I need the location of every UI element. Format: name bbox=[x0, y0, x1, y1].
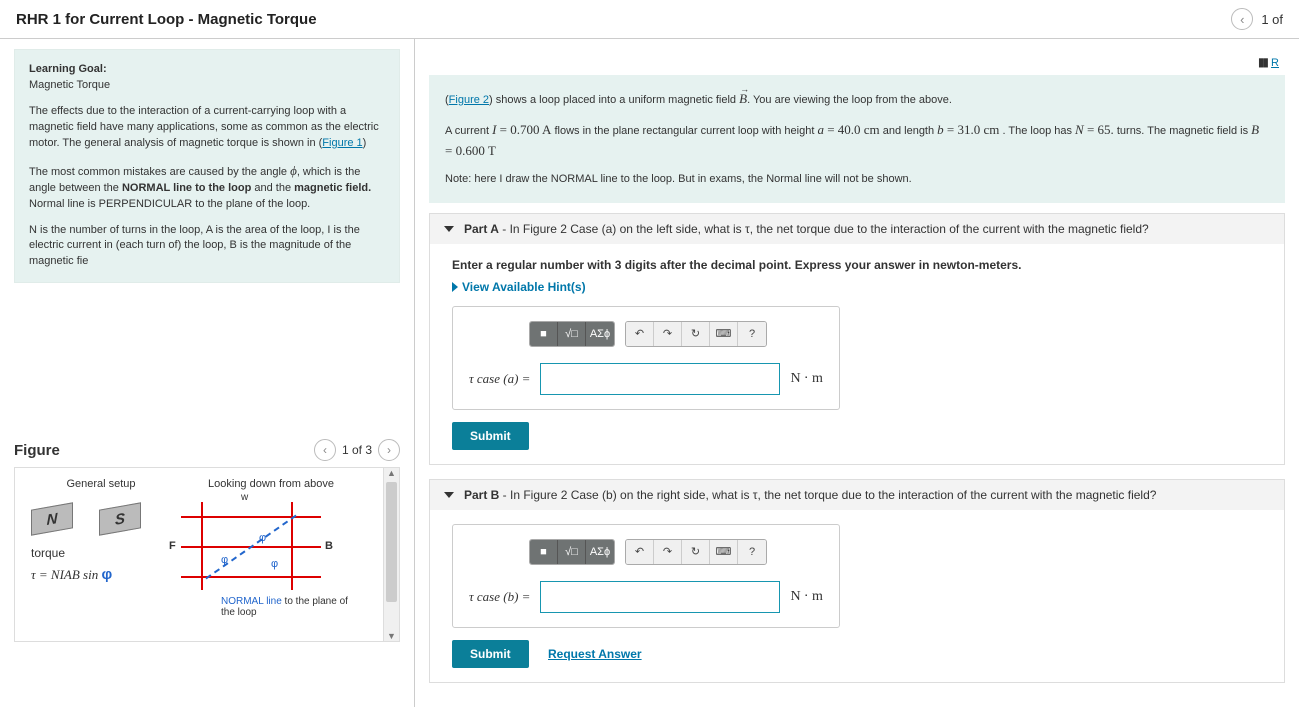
toolbar-sqrt-button[interactable]: √□ bbox=[558, 540, 586, 564]
figure2-link[interactable]: Figure 2 bbox=[449, 94, 489, 106]
view-hints-link[interactable]: View Available Hint(s) bbox=[452, 280, 1262, 294]
magnet-s: S bbox=[99, 503, 141, 536]
request-answer-link[interactable]: Request Answer bbox=[548, 647, 642, 661]
part-a-unit: N ⋅ m bbox=[790, 370, 822, 387]
scroll-down-icon[interactable]: ▼ bbox=[384, 631, 399, 641]
figure1-link[interactable]: Figure 1 bbox=[322, 137, 362, 149]
part-a: Part A - In Figure 2 Case (a) on the lef… bbox=[429, 213, 1285, 465]
part-b-answer-box: ■ √□ ΑΣϕ ↶ ↷ ↻ ⌨ ? bbox=[452, 524, 840, 628]
learning-goal-box: Learning Goal: Magnetic Torque The effec… bbox=[14, 49, 400, 283]
toolbar-template-button[interactable]: ■ bbox=[530, 322, 558, 346]
figure-page-indicator: 1 of 3 bbox=[342, 443, 372, 457]
page-nav: ‹ 1 of bbox=[1231, 8, 1283, 30]
page-indicator: 1 of bbox=[1261, 12, 1283, 27]
page-title: RHR 1 for Current Loop - Magnetic Torque bbox=[16, 11, 317, 28]
learning-goal-heading: Learning Goal: bbox=[29, 63, 107, 75]
part-a-answer-label: τ case (a) = bbox=[469, 371, 530, 387]
scroll-thumb[interactable] bbox=[386, 482, 397, 602]
loop-diagram: w F B φ φ φ bbox=[181, 496, 321, 596]
review-icon: ▮▮ bbox=[1258, 55, 1267, 69]
toolbar-redo-button[interactable]: ↷ bbox=[654, 540, 682, 564]
toolbar-greek-button[interactable]: ΑΣϕ bbox=[586, 322, 614, 346]
part-b-label: Part B bbox=[464, 488, 499, 502]
torque-equation: τ = NIAB sin φ bbox=[31, 566, 171, 583]
part-a-answer-input[interactable] bbox=[540, 363, 780, 395]
caret-down-icon bbox=[444, 226, 454, 232]
part-b: Part B - In Figure 2 Case (b) on the rig… bbox=[429, 479, 1285, 683]
review-link[interactable]: R bbox=[1271, 57, 1279, 69]
toolbar-sqrt-button[interactable]: √□ bbox=[558, 322, 586, 346]
part-b-answer-label: τ case (b) = bbox=[469, 589, 530, 605]
scroll-up-icon[interactable]: ▲ bbox=[384, 468, 399, 478]
magnet-n: N bbox=[31, 503, 73, 536]
review-link-area: ▮▮ R bbox=[415, 49, 1299, 75]
part-a-question: - In Figure 2 Case (a) on the left side,… bbox=[499, 222, 1149, 236]
equation-toolbar: ■ √□ ΑΣϕ ↶ ↷ ↻ ⌨ ? bbox=[529, 321, 823, 347]
learning-goal-p3: N is the number of turns in the loop, A … bbox=[29, 223, 385, 271]
equation-toolbar: ■ √□ ΑΣϕ ↶ ↷ ↻ ⌨ ? bbox=[529, 539, 823, 565]
toolbar-undo-button[interactable]: ↶ bbox=[626, 540, 654, 564]
learning-goal-p2: The most common mistakes are caused by t… bbox=[29, 162, 385, 213]
context-note: Note: here I draw the NORMAL line to the… bbox=[445, 171, 1269, 189]
figure-title: Figure bbox=[14, 442, 60, 459]
learning-goal-p1: The effects due to the interaction of a … bbox=[29, 104, 385, 152]
figure-prev-button[interactable]: ‹ bbox=[314, 439, 336, 461]
part-a-submit-button[interactable]: Submit bbox=[452, 422, 529, 450]
triangle-right-icon bbox=[452, 282, 458, 292]
toolbar-reset-button[interactable]: ↻ bbox=[682, 540, 710, 564]
caret-down-icon bbox=[444, 492, 454, 498]
figure-content: General setup N S torque τ = NIAB sin φ … bbox=[14, 467, 400, 642]
part-a-label: Part A bbox=[464, 222, 499, 236]
part-b-question: - In Figure 2 Case (b) on the right side… bbox=[499, 488, 1156, 502]
toolbar-reset-button[interactable]: ↻ bbox=[682, 322, 710, 346]
learning-goal-sub: Magnetic Torque bbox=[29, 79, 110, 91]
magnet-diagram: N S bbox=[31, 500, 141, 540]
toolbar-help-button[interactable]: ? bbox=[738, 540, 766, 564]
toolbar-greek-button[interactable]: ΑΣϕ bbox=[586, 540, 614, 564]
toolbar-help-button[interactable]: ? bbox=[738, 322, 766, 346]
figure-next-button[interactable]: › bbox=[378, 439, 400, 461]
toolbar-redo-button[interactable]: ↷ bbox=[654, 322, 682, 346]
part-a-instructions: Enter a regular number with 3 digits aft… bbox=[452, 258, 1262, 272]
problem-context: (Figure 2) shows a loop placed into a un… bbox=[429, 75, 1285, 203]
toolbar-undo-button[interactable]: ↶ bbox=[626, 322, 654, 346]
normal-line-text: NORMAL line to the plane of the loop bbox=[221, 596, 361, 618]
torque-label: torque bbox=[31, 546, 171, 560]
toolbar-keyboard-button[interactable]: ⌨ bbox=[710, 540, 738, 564]
part-b-submit-button[interactable]: Submit bbox=[452, 640, 529, 668]
toolbar-template-button[interactable]: ■ bbox=[530, 540, 558, 564]
part-b-unit: N ⋅ m bbox=[790, 588, 822, 605]
part-a-header[interactable]: Part A - In Figure 2 Case (a) on the lef… bbox=[430, 214, 1284, 244]
figure-scrollbar[interactable]: ▲ ▼ bbox=[383, 468, 399, 641]
part-a-answer-box: ■ √□ ΑΣϕ ↶ ↷ ↻ ⌨ ? bbox=[452, 306, 840, 410]
figure-col2-head: Looking down from above bbox=[181, 478, 361, 490]
prev-page-button[interactable]: ‹ bbox=[1231, 8, 1253, 30]
part-b-header[interactable]: Part B - In Figure 2 Case (b) on the rig… bbox=[430, 480, 1284, 510]
toolbar-keyboard-button[interactable]: ⌨ bbox=[710, 322, 738, 346]
figure-col1-head: General setup bbox=[31, 478, 171, 490]
part-b-answer-input[interactable] bbox=[540, 581, 780, 613]
